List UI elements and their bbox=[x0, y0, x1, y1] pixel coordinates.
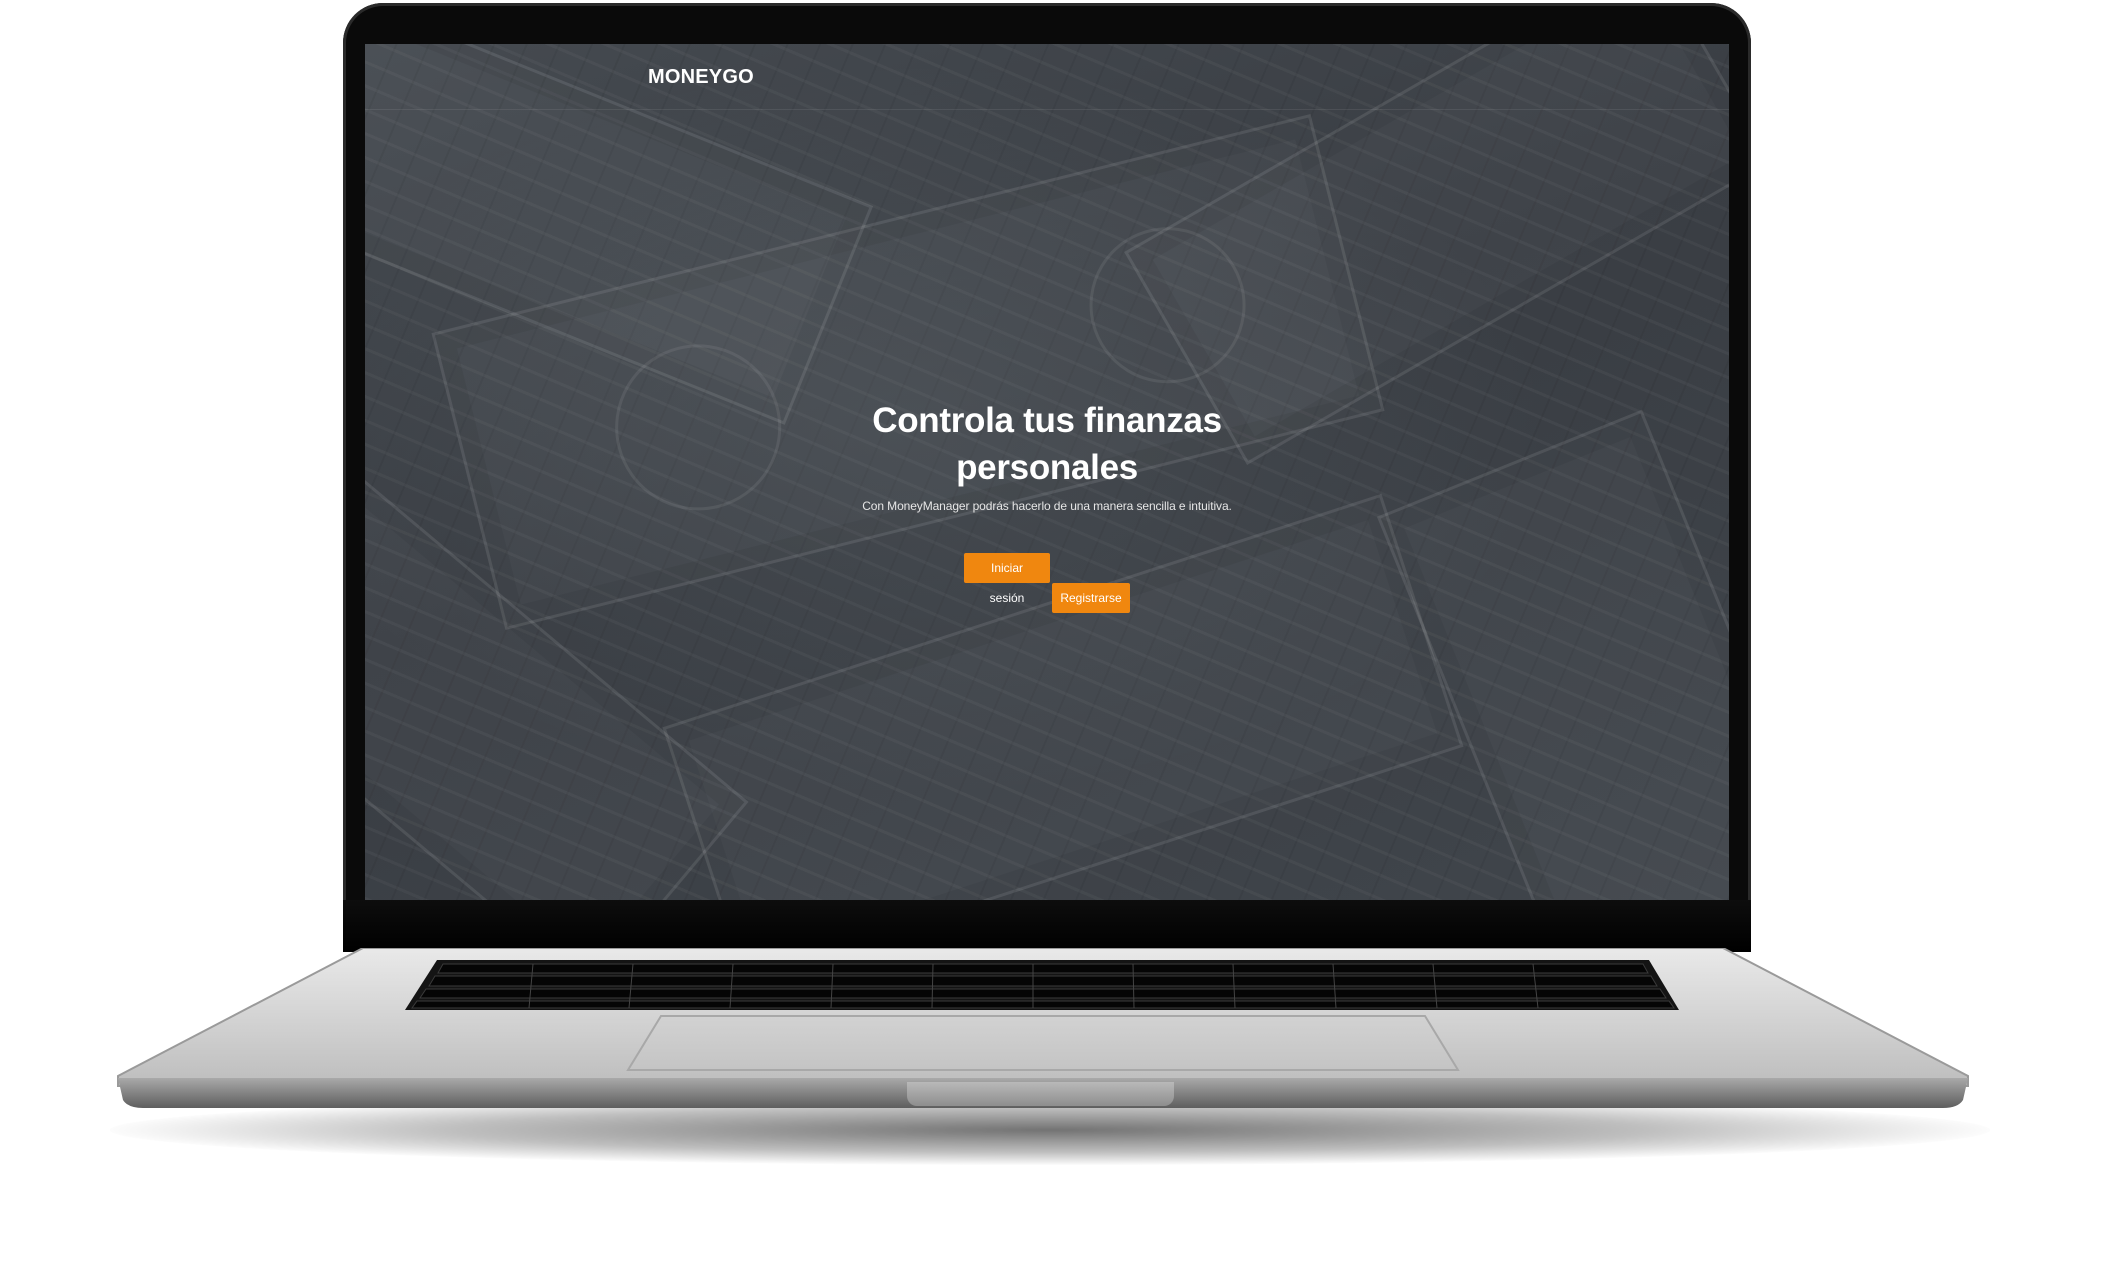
laptop-screen: MONEYGO Controla tus finanzas personales… bbox=[365, 44, 1729, 900]
laptop-front-notch bbox=[907, 1082, 1174, 1106]
brand-logo-text[interactable]: MONEYGO bbox=[648, 66, 754, 89]
hero-actions: Iniciar sesión Registrarse bbox=[365, 553, 1729, 613]
login-button[interactable]: Iniciar sesión bbox=[964, 553, 1050, 605]
top-navbar: MONEYGO bbox=[365, 44, 1729, 110]
register-button[interactable]: Registrarse bbox=[1052, 583, 1130, 613]
hero-subtitle: Con MoneyManager podrás hacerlo de una m… bbox=[862, 499, 1232, 513]
hero-title: Controla tus finanzas personales bbox=[872, 401, 1222, 487]
laptop-bezel-chin bbox=[343, 900, 1751, 952]
hero-section: Controla tus finanzas personales Con Mon… bbox=[365, 397, 1729, 513]
